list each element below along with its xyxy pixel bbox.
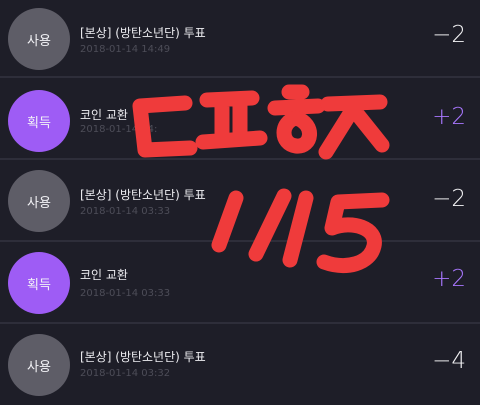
transaction-title: [본상] (방탄소년단) 투표 [80,26,206,40]
transaction-time: 2018-01-14 03:33 [80,288,171,299]
transaction-title: 코인 교환 [80,268,128,282]
transaction-amount: +2 [432,266,466,292]
transaction-title: [본상] (방탄소년단) 투표 [80,350,206,364]
use-badge: 사용 [8,170,70,232]
transaction-time: 2018-01-14 14: [80,124,158,135]
transaction-amount: −2 [432,22,466,48]
transaction-title: [본상] (방탄소년단) 투표 [80,188,206,202]
transaction-title: 코인 교환 [80,108,128,122]
gain-badge: 획득 [8,252,70,314]
transaction-list: 사용 [본상] (방탄소년단) 투표 2018-01-14 14:49 −2 획… [0,0,480,405]
transaction-amount: +2 [432,104,466,130]
transaction-amount: −4 [432,348,466,374]
transaction-row[interactable]: 획득 코인 교환 2018-01-14 14: +2 [0,82,480,160]
transaction-amount: −2 [432,186,466,212]
transaction-row[interactable]: 사용 [본상] (방탄소년단) 투표 2018-01-14 14:49 −2 [0,0,480,78]
transaction-time: 2018-01-14 14:49 [80,44,171,55]
transaction-time: 2018-01-14 03:33 [80,206,171,217]
transaction-row[interactable]: 획득 코인 교환 2018-01-14 03:33 +2 [0,246,480,324]
transaction-row[interactable]: 사용 [본상] (방탄소년단) 투표 2018-01-14 03:33 −2 [0,164,480,242]
use-badge: 사용 [8,334,70,396]
transaction-time: 2018-01-14 03:32 [80,368,171,379]
transaction-row[interactable]: 사용 [본상] (방탄소년단) 투표 2018-01-14 03:32 −4 [0,328,480,405]
use-badge: 사용 [8,8,70,70]
gain-badge: 획득 [8,90,70,152]
